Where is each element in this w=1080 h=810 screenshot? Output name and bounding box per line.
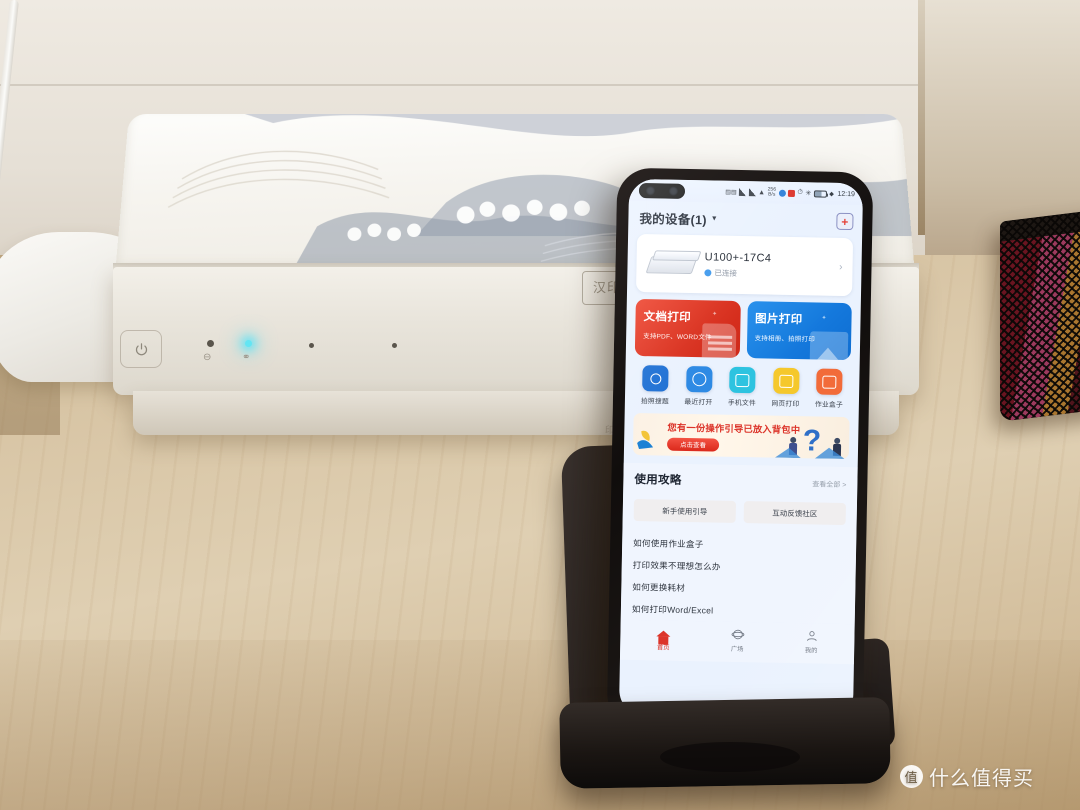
front-camera-icon [645, 185, 656, 195]
signal-bars-icon [739, 187, 747, 197]
guide-list: 如何使用作业盒子 打印效果不理想怎么办 如何更换耗材 如何打印Word/Exce… [632, 532, 846, 624]
chevron-right-icon[interactable]: › [839, 261, 845, 272]
banner-left-art-icon [637, 430, 654, 450]
guide-view-all-link[interactable]: 查看全部 > [812, 479, 846, 490]
quick-action-row: 拍照搜题 最近打开 手机文件 网页打印 作业盒子 [625, 356, 860, 409]
device-card[interactable]: U100+-17C4 已连接 › [636, 233, 854, 297]
quick-action-label-3: 网页打印 [771, 400, 800, 409]
device-status-label: 已连接 [714, 267, 737, 278]
banner-cta-button[interactable]: 点击查看 [666, 437, 720, 452]
chevron-down-icon[interactable]: ▼ [711, 215, 718, 222]
device-name: U100+-17C4 [704, 250, 772, 265]
nav-label-plaza: 广场 [730, 645, 744, 654]
quick-action-phone-files[interactable]: 手机文件 [723, 366, 762, 408]
device-info: U100+-17C4 已连接 [704, 251, 839, 281]
dual-sim-icon: ▤▤ [725, 189, 737, 196]
page-title: 我的设备(1) [639, 212, 707, 228]
guide-section: 使用攻略 查看全部 > 新手使用引导 互动反馈社区 如何使用作业盒子 打印效果不… [620, 462, 858, 625]
front-camera-2-icon [668, 186, 679, 196]
nav-item-plaza[interactable]: 广场 [700, 626, 774, 653]
status-icons: ▤▤ ▲ 256 B/s ⏱ ✳ ◆ 12:19 [725, 186, 855, 199]
quick-action-photo-search[interactable]: 拍照搜题 [636, 365, 675, 406]
wifi-icon: ▲ [758, 188, 766, 196]
homework-box-icon [816, 368, 843, 395]
nav-item-home[interactable]: 首页 [626, 625, 700, 652]
printer-thumbnail-icon [644, 246, 702, 281]
status-dot-icon [704, 268, 712, 276]
camera-search-icon [642, 365, 669, 392]
sparkle-2-icon: ✦ [821, 315, 827, 322]
bottom-navigation: 首页 广场 我的 [619, 619, 855, 665]
guide-title: 使用攻略 [634, 473, 682, 487]
banner-right-art: ? [774, 418, 848, 460]
nav-item-profile[interactable]: 我的 [774, 628, 848, 655]
device-status: 已连接 [704, 267, 839, 281]
watermark-text: 什么值得买 [929, 768, 1034, 790]
printer-indicator-3 [309, 343, 314, 348]
photo-art-icon [809, 331, 849, 361]
front-camera-punchhole [638, 182, 686, 199]
photo-print-card[interactable]: 图片打印 支持相册、拍照打印 ✦ [746, 301, 852, 361]
quick-action-label-1: 最近打开 [684, 398, 713, 407]
printer-indicator-link [245, 340, 252, 347]
sparkle-icon: ✦ [712, 311, 718, 318]
webpage-icon [772, 367, 800, 395]
smartphone: ▤▤ ▲ 256 B/s ⏱ ✳ ◆ 12:19 我的设备(1) ▼ + U10… [606, 167, 874, 733]
signal-bars-2-icon [748, 188, 756, 197]
app-badge-icon [787, 189, 796, 197]
paper-indicator-icon: ⊖ [203, 352, 212, 363]
status-clock: 12:19 [837, 190, 855, 198]
photo-print-title: 图片打印 [754, 313, 803, 327]
guide-chip-beginner[interactable]: 新手使用引导 [633, 498, 737, 523]
mesh-overlay [1000, 208, 1080, 422]
printer-indicator-paper [207, 340, 214, 347]
file-icon [729, 366, 756, 394]
printer-power-button[interactable] [120, 330, 162, 368]
watermark: 值 什么值得买 [900, 762, 1034, 791]
guide-header: 使用攻略 查看全部 > [634, 471, 846, 491]
guide-chips: 新手使用引导 互动反馈社区 [633, 498, 847, 526]
nav-label-profile: 我的 [804, 647, 818, 655]
bluetooth-icon: ✳ [805, 190, 812, 198]
quick-action-homework-box[interactable]: 作业盒子 [810, 368, 849, 409]
network-speed-label: 256 B/s [767, 186, 777, 198]
power-icon [135, 342, 147, 355]
clock-icon [685, 365, 713, 393]
banner-hill-art [774, 447, 845, 460]
app-header: 我的设备(1) ▼ + [628, 201, 863, 236]
quick-action-webpage-print[interactable]: 网页打印 [766, 367, 805, 409]
plaza-icon [700, 626, 774, 642]
photo-scene: 汉印 汉印 ⊖ ⚭ ▤▤ [0, 0, 1080, 810]
document-art-icon [701, 323, 736, 358]
quick-action-label-4: 作业盒子 [814, 401, 843, 409]
watermark-badge: 值 [900, 765, 923, 788]
phone-screen: ▤▤ ▲ 256 B/s ⏱ ✳ ◆ 12:19 我的设备(1) ▼ + U10… [618, 178, 864, 721]
home-icon [626, 625, 700, 641]
link-indicator-icon: ⚭ [242, 352, 251, 363]
vpn-icon: ◆ [829, 191, 834, 198]
quick-action-label-0: 拍照搜题 [640, 398, 669, 406]
promo-banner[interactable]: 您有一份操作引导已放入背包中 点击查看 ? [632, 412, 850, 460]
add-device-button[interactable]: + [836, 212, 854, 231]
battery-icon [813, 189, 827, 198]
mesh-pen-holder [1000, 208, 1080, 422]
alarm-icon: ⏱ [797, 189, 803, 197]
document-print-card[interactable]: 文档打印 支持PDF、WORD文件 ✦ [634, 298, 741, 358]
message-icon [778, 189, 786, 197]
profile-icon [774, 628, 848, 644]
primary-action-cards: 文档打印 支持PDF、WORD文件 ✦ 图片打印 支持相册、拍照打印 ✦ [634, 298, 852, 361]
printer-indicator-4 [392, 343, 397, 348]
quick-action-label-2: 手机文件 [727, 399, 756, 408]
guide-chip-community[interactable]: 互动反馈社区 [743, 501, 847, 526]
phone-stand-notch [660, 742, 800, 772]
quick-action-recent[interactable]: 最近打开 [679, 365, 718, 407]
